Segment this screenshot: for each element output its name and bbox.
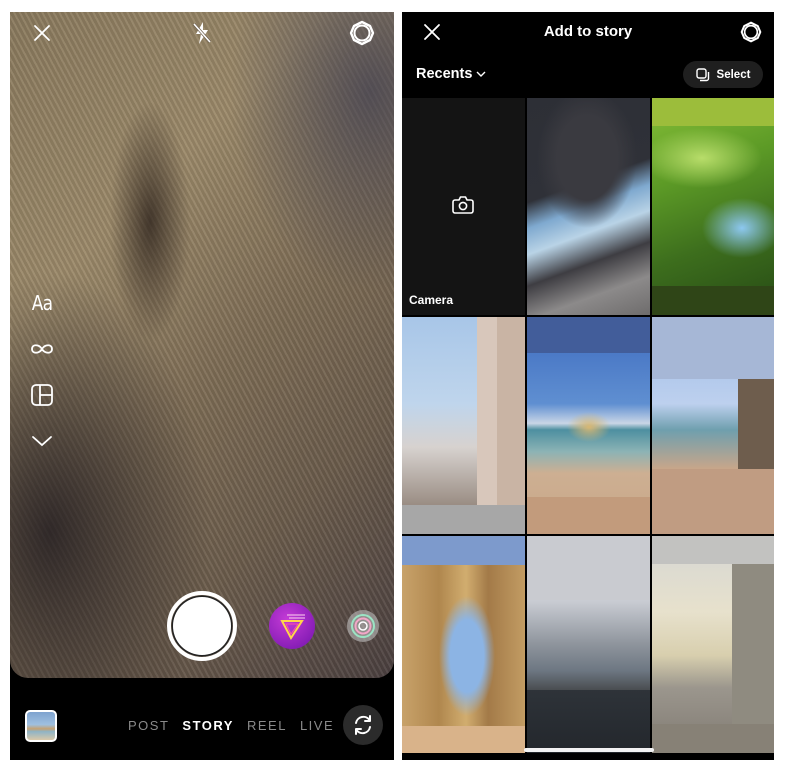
- multi-select-icon: [695, 67, 709, 81]
- photo-thumbnail[interactable]: [527, 536, 650, 753]
- photo-thumbnail[interactable]: [652, 317, 774, 534]
- camera-icon: [452, 196, 474, 214]
- camera-mode-tabs: POST STORY REEL LIVE: [128, 718, 334, 733]
- neon-triangle-effect[interactable]: [269, 603, 315, 649]
- layout-tool[interactable]: [26, 372, 58, 418]
- photo-thumbnail[interactable]: [402, 536, 525, 753]
- flash-off-icon[interactable]: [187, 18, 217, 48]
- rings-effect[interactable]: [347, 610, 379, 642]
- triangle-effect-icon: [280, 614, 305, 640]
- add-to-story-screen: Add to story Recents Select Camera: [402, 12, 774, 760]
- select-label: Select: [716, 68, 751, 81]
- mode-tab-story[interactable]: STORY: [182, 718, 234, 733]
- camera-bottom-bar: POST STORY REEL LIVE: [10, 678, 394, 760]
- chevron-down-icon: [476, 71, 486, 77]
- media-grid: Camera: [402, 98, 774, 753]
- photo-thumbnail[interactable]: [652, 98, 774, 315]
- gallery-thumbnail[interactable]: [25, 710, 57, 742]
- flip-camera-icon: [355, 715, 371, 735]
- chevron-down-icon: [32, 436, 52, 447]
- text-icon: Aa: [31, 291, 53, 315]
- mode-tab-post[interactable]: POST: [128, 718, 169, 733]
- gear-icon[interactable]: [347, 18, 377, 48]
- layout-icon: [31, 384, 53, 406]
- camera-tile[interactable]: Camera: [402, 98, 525, 315]
- photo-thumbnail[interactable]: [402, 317, 525, 534]
- photo-thumbnail[interactable]: [652, 536, 774, 753]
- album-picker[interactable]: Recents: [416, 66, 486, 82]
- photo-thumbnail[interactable]: [527, 98, 650, 315]
- close-icon[interactable]: [27, 18, 57, 48]
- boomerang-tool[interactable]: [26, 326, 58, 372]
- rings-effect-icon: [351, 614, 375, 638]
- camera-viewfinder[interactable]: Aa: [10, 12, 394, 678]
- story-header: Add to story: [402, 12, 774, 52]
- more-tools[interactable]: [26, 418, 58, 464]
- page-title: Add to story: [543, 23, 633, 40]
- mode-tab-reel[interactable]: REEL: [247, 718, 287, 733]
- camera-side-tools: Aa: [26, 280, 58, 464]
- gear-icon[interactable]: [738, 19, 764, 45]
- album-label: Recents: [416, 66, 473, 82]
- shutter-inner: [173, 597, 231, 655]
- infinity-icon: [31, 344, 53, 354]
- camera-screen: Aa POST STORY REEL LIVE: [10, 12, 394, 760]
- select-button[interactable]: Select: [683, 61, 763, 88]
- shutter-button[interactable]: [167, 591, 237, 661]
- camera-tile-label: Camera: [409, 293, 454, 307]
- photo-thumbnail[interactable]: [527, 317, 650, 534]
- create-text-tool[interactable]: Aa: [26, 280, 58, 326]
- flip-camera-button[interactable]: [343, 705, 383, 745]
- home-indicator[interactable]: [524, 748, 654, 752]
- mode-tab-live[interactable]: LIVE: [300, 718, 334, 733]
